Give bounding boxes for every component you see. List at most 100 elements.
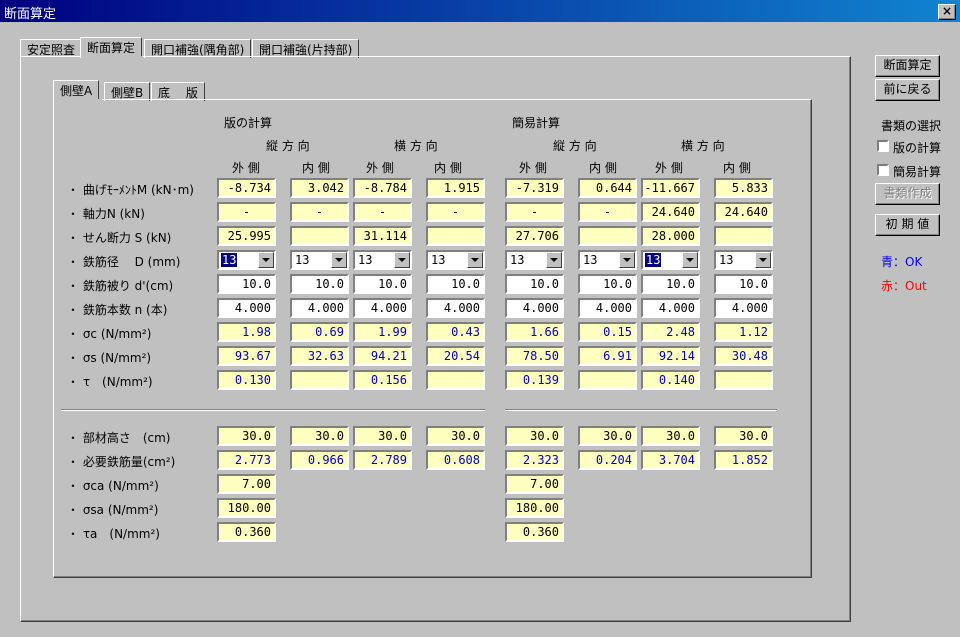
- cell2-r0-c2[interactable]: 30.0: [353, 426, 412, 446]
- slab-calc-checkbox[interactable]: [877, 140, 889, 152]
- chevron-down-icon[interactable]: [258, 252, 274, 268]
- cell2-r0-c0[interactable]: 30.0: [217, 426, 276, 446]
- cell-r4-c6[interactable]: 10.0: [641, 274, 700, 294]
- cell-r2-c2[interactable]: 31.114: [353, 226, 412, 246]
- cell-r5-c4[interactable]: 4.000: [505, 298, 564, 318]
- upper-label-3: ・ 鉄筋径 D (mm): [67, 255, 181, 269]
- cell2-r1-c5: 0.204: [578, 450, 637, 470]
- close-button[interactable]: ×: [938, 4, 956, 20]
- cell-r1-c1[interactable]: -: [290, 202, 349, 222]
- cell-r3-c6[interactable]: 13: [641, 250, 700, 270]
- lower-label-2: ・ σca (N/mm²): [67, 479, 159, 493]
- cell-r3-c5-value: 13: [583, 253, 598, 267]
- cell-r5-c6[interactable]: 4.000: [641, 298, 700, 318]
- cell2-r0-c5[interactable]: 30.0: [578, 426, 637, 446]
- cell-r3-c2[interactable]: 13: [353, 250, 412, 270]
- cell-r0-c6[interactable]: -11.667: [641, 178, 700, 198]
- upper-label-2: ・ せん断力 S (kN): [67, 231, 172, 245]
- cell-r0-c4[interactable]: -7.319: [505, 178, 564, 198]
- legend-out: 赤：Out: [881, 279, 927, 293]
- cell2-r0-c7[interactable]: 30.0: [714, 426, 773, 446]
- lower-label-1: ・ 必要鉄筋量(cm²): [67, 455, 176, 469]
- cell-r6-c5: 0.15: [578, 322, 637, 342]
- cell-r5-c7[interactable]: 4.000: [714, 298, 773, 318]
- chevron-down-icon[interactable]: [467, 252, 483, 268]
- section-slab-calc: 版の計算: [224, 116, 273, 130]
- chevron-down-icon[interactable]: [682, 252, 698, 268]
- chevron-down-icon[interactable]: [755, 252, 771, 268]
- chevron-down-icon[interactable]: [619, 252, 635, 268]
- cell-r3-c0[interactable]: 13: [217, 250, 276, 270]
- cell-r5-c3[interactable]: 4.000: [426, 298, 485, 318]
- upper-label-0: ・ 曲げﾓｰﾒﾝﾄM (kN･m): [67, 183, 194, 197]
- cell-r4-c4[interactable]: 10.0: [505, 274, 564, 294]
- cell-r1-c0[interactable]: -: [217, 202, 276, 222]
- cell-r3-c7[interactable]: 13: [714, 250, 773, 270]
- cell-r4-c3[interactable]: 10.0: [426, 274, 485, 294]
- cell-r1-c4[interactable]: -: [505, 202, 564, 222]
- upper-label-1: ・ 軸力N (kN): [67, 207, 145, 221]
- cell-r3-c3[interactable]: 13: [426, 250, 485, 270]
- cell-r4-c1[interactable]: 10.0: [290, 274, 349, 294]
- cell-r1-c5[interactable]: -: [578, 202, 637, 222]
- cell-r1-c3[interactable]: -: [426, 202, 485, 222]
- cell-r0-c3[interactable]: 1.915: [426, 178, 485, 198]
- cell2-r1-c1: 0.966: [290, 450, 349, 470]
- cell2-r1-c4: 2.323: [505, 450, 564, 470]
- tab-section-calc[interactable]: 断面算定: [80, 37, 143, 58]
- cell-r4-c0[interactable]: 10.0: [217, 274, 276, 294]
- cell-r8-c0: 0.130: [217, 370, 276, 390]
- chevron-down-icon[interactable]: [546, 252, 562, 268]
- cell-r6-c2: 1.99: [353, 322, 412, 342]
- section-calc-button[interactable]: 断面算定: [875, 55, 940, 77]
- cell-r0-c1[interactable]: 3.042: [290, 178, 349, 198]
- cell-r2-c1[interactable]: [290, 226, 349, 246]
- lower-label-0: ・ 部材高さ (cm): [67, 431, 171, 445]
- cell2-r0-c3[interactable]: 30.0: [426, 426, 485, 446]
- cell-r5-c0[interactable]: 4.000: [217, 298, 276, 318]
- cell-r4-c7[interactable]: 10.0: [714, 274, 773, 294]
- cell-r3-c4[interactable]: 13: [505, 250, 564, 270]
- cell-r0-c5[interactable]: 0.644: [578, 178, 637, 198]
- slab-calc-checkbox-label: 版の計算: [893, 141, 942, 155]
- cell2-r0-c4[interactable]: 30.0: [505, 426, 564, 446]
- cell-r5-c1[interactable]: 4.000: [290, 298, 349, 318]
- dir-simple-vertical: 縦 方 向: [553, 139, 597, 153]
- make-document-button[interactable]: 書類作成: [875, 183, 940, 205]
- divider-slab: [61, 409, 485, 411]
- cell-r1-c6[interactable]: 24.640: [641, 202, 700, 222]
- cell-r4-c5[interactable]: 10.0: [578, 274, 637, 294]
- cell-r2-c5[interactable]: [578, 226, 637, 246]
- cell-r3-c1[interactable]: 13: [290, 250, 349, 270]
- subtab-wall-a[interactable]: 側壁A: [53, 80, 100, 101]
- cell-r8-c3: [426, 370, 485, 390]
- cell-r0-c0[interactable]: -8.734: [217, 178, 276, 198]
- cell-r3-c4-value: 13: [510, 253, 525, 267]
- dir-slab-vertical: 縦 方 向: [266, 139, 310, 153]
- back-button[interactable]: 前に戻る: [875, 79, 940, 101]
- cell-r0-c7[interactable]: 5.833: [714, 178, 773, 198]
- cell-r7-c1: 32.63: [290, 346, 349, 366]
- initial-values-button[interactable]: 初 期 値: [875, 214, 940, 236]
- cell2-r2-slab: 7.00: [217, 474, 276, 494]
- cell-r2-c6[interactable]: 28.000: [641, 226, 700, 246]
- cell2-r0-c1[interactable]: 30.0: [290, 426, 349, 446]
- cell2-r0-c6[interactable]: 30.0: [641, 426, 700, 446]
- cell-r0-c2[interactable]: -8.784: [353, 178, 412, 198]
- simple-calc-checkbox[interactable]: [877, 164, 889, 176]
- chevron-down-icon[interactable]: [331, 252, 347, 268]
- cell-r2-c3[interactable]: [426, 226, 485, 246]
- cell-r5-c2[interactable]: 4.000: [353, 298, 412, 318]
- cell-r1-c2[interactable]: -: [353, 202, 412, 222]
- chevron-down-icon[interactable]: [394, 252, 410, 268]
- cell-r2-c0[interactable]: 25.995: [217, 226, 276, 246]
- cell-r3-c5[interactable]: 13: [578, 250, 637, 270]
- cell-r2-c4[interactable]: 27.706: [505, 226, 564, 246]
- cell2-r3-slab: 180.00: [217, 498, 276, 518]
- cell-r5-c5[interactable]: 4.000: [578, 298, 637, 318]
- side-c8: 内 側: [723, 161, 751, 175]
- cell-r2-c7[interactable]: [714, 226, 773, 246]
- cell-r4-c2[interactable]: 10.0: [353, 274, 412, 294]
- window-title: 断面算定: [4, 7, 57, 22]
- cell-r1-c7[interactable]: 24.640: [714, 202, 773, 222]
